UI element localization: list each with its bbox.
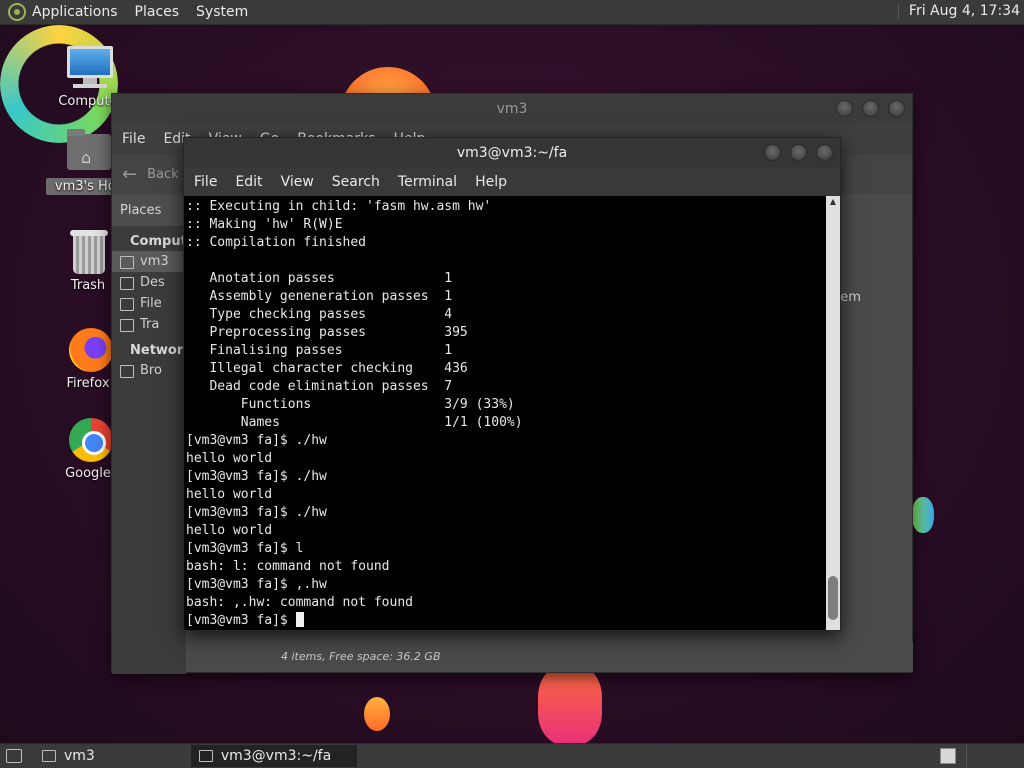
chrome-icon <box>69 418 113 462</box>
terminal-line: [vm3@vm3 fa]$ l <box>186 541 304 556</box>
menu-help[interactable]: Help <box>475 174 507 190</box>
sidebar-item-trash[interactable]: Tra <box>112 314 186 335</box>
terminal-line: Finalising passes 1 <box>186 343 453 358</box>
terminal-line: hello world <box>186 451 273 466</box>
terminal-line: Names 1/1 (100%) <box>186 415 523 430</box>
menu-search[interactable]: Search <box>332 174 380 190</box>
terminal-line: hello world <box>186 523 273 538</box>
terminal-line: Type checking passes 4 <box>186 307 453 322</box>
workspace-switcher-slot[interactable] <box>966 745 1022 767</box>
wallpaper-pink-blob <box>538 665 602 743</box>
terminal-titlebar[interactable]: vm3@vm3:~/fa <box>184 138 840 168</box>
system-menu[interactable]: System <box>196 4 248 20</box>
maximize-button[interactable] <box>862 100 879 117</box>
scrollbar-thumb[interactable] <box>828 576 838 620</box>
minimize-button[interactable] <box>836 100 853 117</box>
sidebar-item-desktop[interactable]: Des <box>112 272 186 293</box>
sidebar-section-computer: Compute <box>130 234 196 249</box>
terminal-scrollbar[interactable]: ▲ <box>826 196 840 630</box>
terminal-line: Assembly geneneration passes 1 <box>186 289 453 304</box>
terminal-line: bash: l: command not found <box>186 559 390 574</box>
sidebar-item-home[interactable]: vm3 <box>112 251 186 272</box>
sidebar-section-network: Network <box>130 343 192 358</box>
applications-menu[interactable]: Applications <box>32 4 118 20</box>
terminal-line: [vm3@vm3 fa]$ ,.hw <box>186 577 327 592</box>
terminal-line: Anotation passes 1 <box>186 271 453 286</box>
terminal-line: [vm3@vm3 fa]$ ./hw <box>186 469 327 484</box>
show-desktop-icon[interactable] <box>6 749 22 763</box>
terminal-cursor <box>295 612 304 627</box>
close-button[interactable] <box>888 100 905 117</box>
wallpaper-green-blob <box>912 497 934 533</box>
menu-edit[interactable]: Edit <box>235 174 262 190</box>
back-button[interactable]: Back <box>147 167 179 182</box>
terminal-line: hello world <box>186 487 273 502</box>
trash-icon <box>73 236 105 274</box>
window-title: vm3 <box>496 101 528 117</box>
taskbar-item-label: vm3@vm3:~/fa <box>220 748 332 764</box>
terminal-menubar: File Edit View Search Terminal Help <box>184 168 840 196</box>
terminal-line: Preprocessing passes 395 <box>186 325 468 340</box>
terminal-line: :: Making 'hw' R(W)E <box>186 217 343 232</box>
window-title: vm3@vm3:~/fa <box>456 145 568 161</box>
scroll-up-arrow-icon[interactable]: ▲ <box>826 196 840 208</box>
firefox-icon <box>69 328 113 372</box>
menu-terminal[interactable]: Terminal <box>398 174 457 190</box>
minimize-button[interactable] <box>764 144 781 161</box>
terminal-prompt: [vm3@vm3 fa]$ <box>186 613 296 628</box>
file-manager-titlebar[interactable]: vm3 <box>112 94 912 124</box>
back-arrow-icon[interactable]: ← <box>122 164 137 185</box>
terminal-line: Functions 3/9 (33%) <box>186 397 515 412</box>
terminal-window[interactable]: vm3@vm3:~/fa File Edit View Search Termi… <box>183 137 841 631</box>
terminal-prompt-line: [vm3@vm3 fa]$ <box>186 612 826 630</box>
menu-view[interactable]: View <box>281 174 314 190</box>
menu-file[interactable]: File <box>194 174 217 190</box>
file-manager-statusbar: 4 items, Free space: 36.2 GB <box>267 642 913 672</box>
mate-logo-icon[interactable] <box>8 3 26 21</box>
workspace-switcher-icon[interactable] <box>940 748 956 764</box>
taskbar-item-label: vm3 <box>64 748 95 764</box>
terminal-line: bash: ,.hw: command not found <box>186 595 413 610</box>
computer-icon <box>67 46 113 78</box>
sidebar-item-filesystem[interactable]: File <box>112 293 186 314</box>
terminal-line: [vm3@vm3 fa]$ ./hw <box>186 505 327 520</box>
clock[interactable]: Fri Aug 4, 17:34 <box>897 3 1020 19</box>
taskbar-item-file-manager[interactable]: vm3 <box>34 745 103 767</box>
terminal-icon <box>198 750 213 762</box>
sidebar-item-browse-network[interactable]: Bro <box>112 360 186 381</box>
maximize-button[interactable] <box>790 144 807 161</box>
close-button[interactable] <box>816 144 833 161</box>
terminal-line: Illegal character checking 436 <box>186 361 468 376</box>
terminal-line: :: Executing in child: 'fasm hw.asm hw' <box>186 199 492 214</box>
folder-icon <box>42 750 56 762</box>
file-manager-sidebar: Places Compute vm3 Des File Tra Network … <box>112 196 196 674</box>
terminal-line: [vm3@vm3 fa]$ ./hw <box>186 433 327 448</box>
menu-file[interactable]: File <box>122 131 145 147</box>
terminal-output[interactable]: :: Executing in child: 'fasm hw.asm hw':… <box>184 196 826 630</box>
terminal-lines: :: Executing in child: 'fasm hw.asm hw':… <box>186 198 826 630</box>
terminal-line: :: Compilation finished <box>186 235 367 250</box>
taskbar-item-terminal[interactable]: vm3@vm3:~/fa <box>190 745 357 767</box>
places-menu[interactable]: Places <box>135 4 180 20</box>
home-folder-icon: ⌂ <box>67 129 111 170</box>
terminal-line: Dead code elimination passes 7 <box>186 379 453 394</box>
top-panel: Applications Places System Fri Aug 4, 17… <box>0 0 1024 25</box>
bottom-panel: vm3 vm3@vm3:~/fa <box>0 743 1024 768</box>
sidebar-header[interactable]: Places <box>112 196 186 226</box>
wallpaper-small-blob <box>364 697 390 731</box>
